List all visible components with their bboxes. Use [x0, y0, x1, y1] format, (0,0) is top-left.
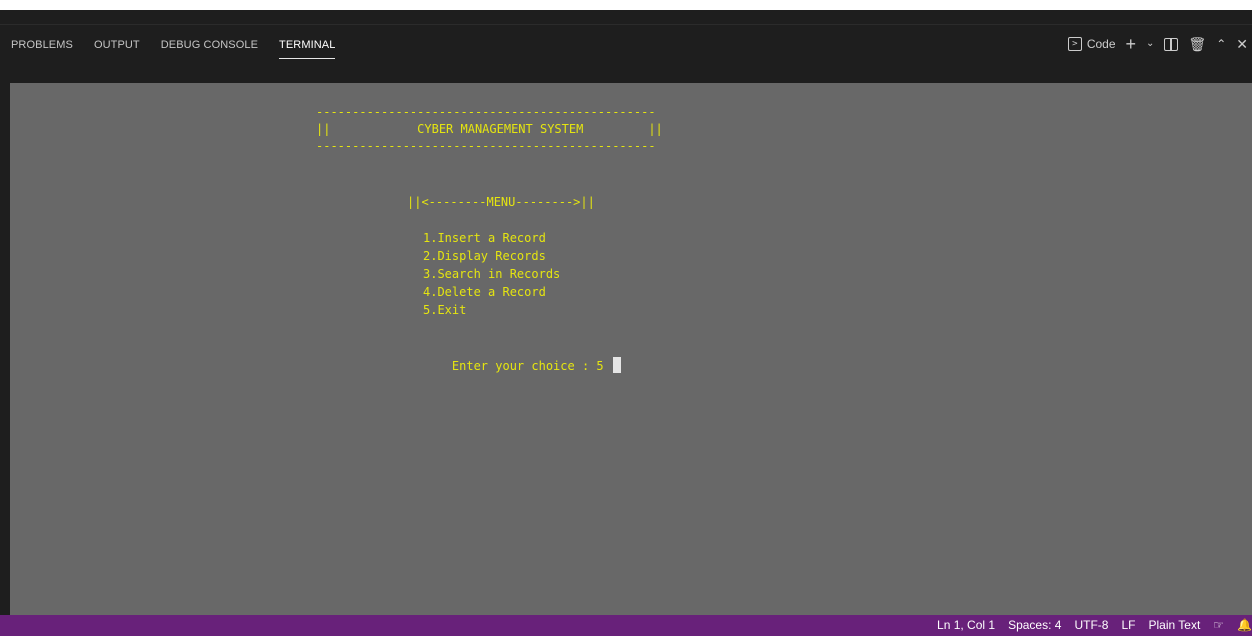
cursor-position[interactable]: Ln 1, Col 1	[937, 618, 995, 632]
panel-header: PROBLEMS OUTPUT DEBUG CONSOLE TERMINAL >…	[0, 24, 1252, 84]
encoding[interactable]: UTF-8	[1074, 618, 1108, 632]
tab-debug-console[interactable]: DEBUG CONSOLE	[161, 39, 258, 59]
menu-option-2: 2.Display Records	[423, 249, 546, 263]
panel-actions: > Code + ⌄ 🗑 ⌃ ✕	[1067, 35, 1248, 53]
terminal-output[interactable]: ----------------------------------------…	[10, 83, 1252, 615]
chevron-up-icon[interactable]: ⌃	[1216, 37, 1226, 51]
terminal-icon: >	[1067, 37, 1082, 51]
indentation[interactable]: Spaces: 4	[1008, 618, 1061, 632]
rule-top: ----------------------------------------…	[316, 105, 656, 119]
terminal-profile-label: Code	[1086, 37, 1116, 51]
choice-prompt-line[interactable]: Enter your choice : 5	[423, 339, 621, 393]
rule-bottom: ----------------------------------------…	[316, 139, 656, 153]
menu-option-5: 5.Exit	[423, 303, 467, 317]
menu-option-1: 1.Insert a Record	[423, 231, 546, 245]
menu-option-4: 4.Delete a Record	[423, 285, 546, 299]
chevron-down-icon[interactable]: ⌄	[1146, 37, 1154, 51]
status-items: Ln 1, Col 1 Spaces: 4 UTF-8 LF Plain Tex…	[937, 618, 1252, 632]
trash-icon[interactable]: 🗑	[1188, 37, 1206, 51]
editor-top-strip	[0, 0, 1252, 10]
split-terminal-icon[interactable]	[1164, 37, 1179, 51]
menu-option-3: 3.Search in Records	[423, 267, 561, 281]
tab-output[interactable]: OUTPUT	[94, 39, 140, 59]
terminal-cursor	[612, 357, 621, 373]
tab-problems[interactable]: PROBLEMS	[11, 39, 73, 59]
system-title: || CYBER MANAGEMENT SYSTEM ||	[316, 122, 663, 136]
panel-tabs: PROBLEMS OUTPUT DEBUG CONSOLE TERMINAL	[11, 39, 356, 59]
menu-header: ||<--------MENU-------->||	[407, 195, 595, 209]
choice-prompt: Enter your choice : 5	[451, 359, 611, 373]
status-bar: Ln 1, Col 1 Spaces: 4 UTF-8 LF Plain Tex…	[0, 615, 1252, 636]
end-of-line[interactable]: LF	[1121, 618, 1135, 632]
panel-left-edge	[0, 83, 10, 615]
notifications-icon[interactable]: 🔔	[1237, 618, 1252, 632]
feedback-icon[interactable]: ☞	[1213, 618, 1224, 632]
new-terminal-plus-icon[interactable]: +	[1126, 35, 1137, 53]
language-mode[interactable]: Plain Text	[1148, 618, 1200, 632]
terminal-profile-button[interactable]: > Code	[1067, 37, 1116, 51]
editor-gap	[0, 10, 1252, 24]
tab-terminal[interactable]: TERMINAL	[279, 39, 336, 59]
close-icon[interactable]: ✕	[1236, 37, 1248, 51]
